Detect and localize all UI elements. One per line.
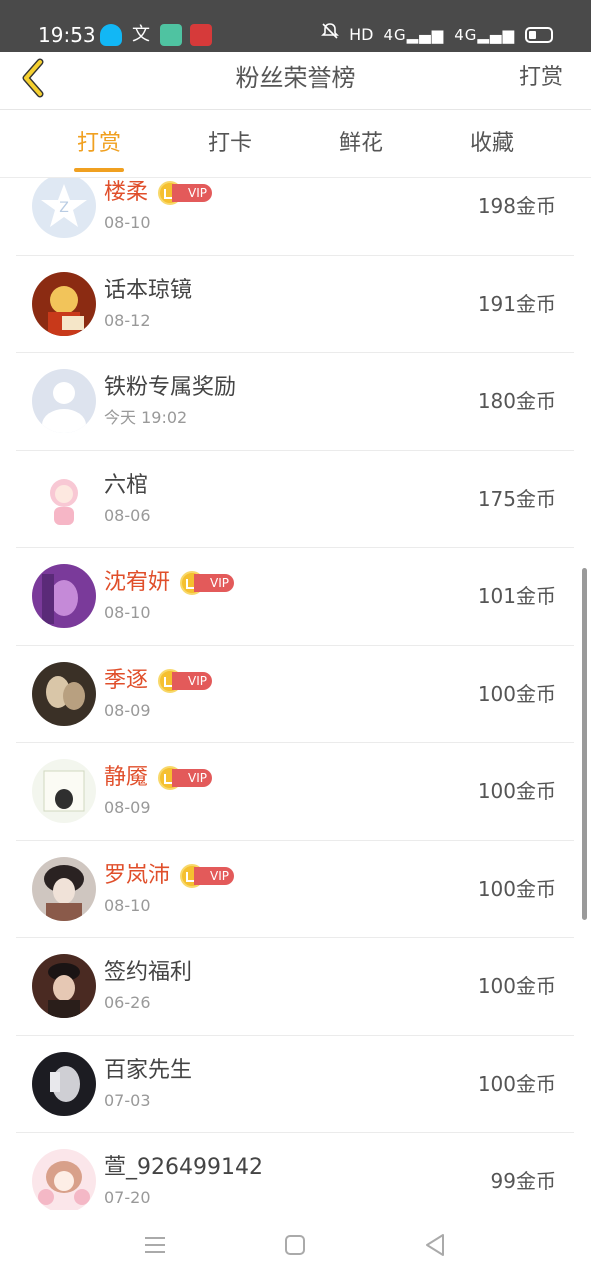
reward-date: 08-12 <box>104 310 151 330</box>
reward-date: 06-26 <box>104 993 151 1012</box>
list-item[interactable]: 话本琼镜 08-12 191金币 <box>16 256 574 353</box>
list-item[interactable]: 静魇 VIP 08-09 100金币 <box>16 743 574 841</box>
reward-date: 08-09 <box>104 700 151 720</box>
list-item[interactable]: 罗岚沛 VIP 08-10 100金币 <box>16 841 574 938</box>
fan-name: 百家先生 <box>104 1057 193 1083</box>
reward-amount: 100金币 <box>477 779 556 803</box>
reward-amount: 99金币 <box>490 1169 556 1193</box>
network-type-1: 4G <box>383 26 407 44</box>
list-item[interactable]: 萱_926499142 07-20 99金币 <box>16 1133 574 1210</box>
status-time: 19:53 <box>38 23 96 47</box>
reward-date: 08-09 <box>104 798 151 817</box>
fan-name: 季逐 VIP <box>104 666 213 696</box>
status-indicators: HD 4G▂▄▆ 4G▂▄▆ <box>321 22 553 48</box>
list-item[interactable]: 六棺 08-06 175金币 <box>16 451 574 548</box>
reward-amount: 180金币 <box>477 389 556 413</box>
menu-icon <box>145 1237 165 1253</box>
reward-amount: 101金币 <box>477 584 556 608</box>
back-triangle-icon <box>426 1234 444 1256</box>
status-bar: 19:53 文 HD 4G▂▄▆ 4G▂▄▆ <box>0 0 591 52</box>
reward-amount: 100金币 <box>477 974 556 998</box>
fan-name: 签约福利 <box>104 960 193 985</box>
reward-date: 08-10 <box>104 895 151 915</box>
reward-date: 07-03 <box>104 1090 151 1110</box>
reward-date: 08-10 <box>104 603 151 622</box>
mute-bell-icon <box>321 22 340 48</box>
avatar: Z <box>32 178 96 238</box>
heart-app-icon <box>190 24 212 46</box>
avatar <box>32 954 96 1018</box>
svg-text:Z: Z <box>59 200 69 216</box>
hd-indicator: HD <box>349 25 374 44</box>
fan-name: 沈宥妍 VIP <box>104 568 235 598</box>
avatar <box>32 856 96 921</box>
tab-checkin[interactable]: 打卡 <box>190 129 270 159</box>
list-item[interactable]: 铁粉专属奖励 今天 19:02 180金币 <box>16 353 574 451</box>
menu-button[interactable] <box>140 1230 170 1260</box>
fan-list[interactable]: Z 楼柔 VIP 08-10 198金币 话本琼镜 08-12 191金币 铁粉专… <box>0 178 591 1210</box>
fan-name: 萱_926499142 <box>104 1155 263 1180</box>
list-item[interactable]: Z 楼柔 VIP 08-10 198金币 <box>16 178 574 256</box>
avatar <box>32 271 96 336</box>
signal-icon-1: 4G▂▄▆ <box>383 26 445 44</box>
list-item[interactable]: 签约福利 06-26 100金币 <box>16 938 574 1036</box>
reward-date: 07-20 <box>104 1188 151 1207</box>
vip-badge: VIP <box>180 863 235 888</box>
avatar <box>32 466 96 531</box>
vip-badge: VIP <box>158 181 213 205</box>
reward-amount: 198金币 <box>477 194 556 218</box>
vip-badge: VIP <box>158 766 213 790</box>
avatar <box>32 1051 96 1116</box>
reward-action-button[interactable]: 打赏 <box>519 62 563 94</box>
fan-name: 罗岚沛 VIP <box>104 861 235 891</box>
signal-icon-2: 4G▂▄▆ <box>454 26 515 44</box>
notification-icons: 文 <box>100 24 212 46</box>
reward-amount: 191金币 <box>477 291 556 316</box>
avatar <box>32 369 96 433</box>
tab-reward[interactable]: 打赏 <box>59 129 139 159</box>
fan-name: 六棺 <box>104 472 149 498</box>
vip-badge: VIP <box>180 571 235 595</box>
home-button[interactable] <box>280 1230 310 1260</box>
back-nav-button[interactable] <box>420 1230 450 1260</box>
home-square-icon <box>285 1235 305 1255</box>
active-tab-indicator <box>74 168 124 172</box>
avatar <box>32 564 96 628</box>
app-icon <box>160 24 182 46</box>
translate-icon: 文 <box>132 24 150 45</box>
reward-amount: 175金币 <box>477 486 556 511</box>
reward-date: 08-10 <box>104 213 151 232</box>
list-item[interactable]: 百家先生 07-03 100金币 <box>16 1036 574 1133</box>
avatar <box>32 759 96 823</box>
reward-date: 08-06 <box>104 505 151 525</box>
app-header: 粉丝荣誉榜 打赏 <box>0 52 591 110</box>
reward-amount: 100金币 <box>477 1071 556 1096</box>
page-title: 粉丝荣誉榜 <box>235 64 356 92</box>
fan-name: 楼柔 VIP <box>104 178 213 208</box>
list-item[interactable]: 沈宥妍 VIP 08-10 101金币 <box>16 548 574 646</box>
battery-icon <box>525 27 553 43</box>
list-item[interactable]: 季逐 VIP 08-09 100金币 <box>16 646 574 743</box>
vip-badge: VIP <box>158 668 213 693</box>
reward-amount: 100金币 <box>477 681 556 706</box>
avatar <box>32 1149 96 1210</box>
fan-name: 话本琼镜 <box>104 277 193 303</box>
fan-name: 铁粉专属奖励 <box>104 375 237 400</box>
avatar <box>32 661 96 726</box>
qq-icon <box>100 24 122 46</box>
scrollbar[interactable] <box>582 568 587 920</box>
network-type-2: 4G <box>454 26 478 44</box>
tab-favorites[interactable]: 收藏 <box>452 129 532 159</box>
fan-name: 静魇 VIP <box>104 763 213 793</box>
system-nav-bar <box>0 1210 591 1280</box>
reward-date: 今天 19:02 <box>104 408 188 427</box>
tab-flowers[interactable]: 鲜花 <box>321 129 401 159</box>
reward-amount: 100金币 <box>477 876 556 901</box>
